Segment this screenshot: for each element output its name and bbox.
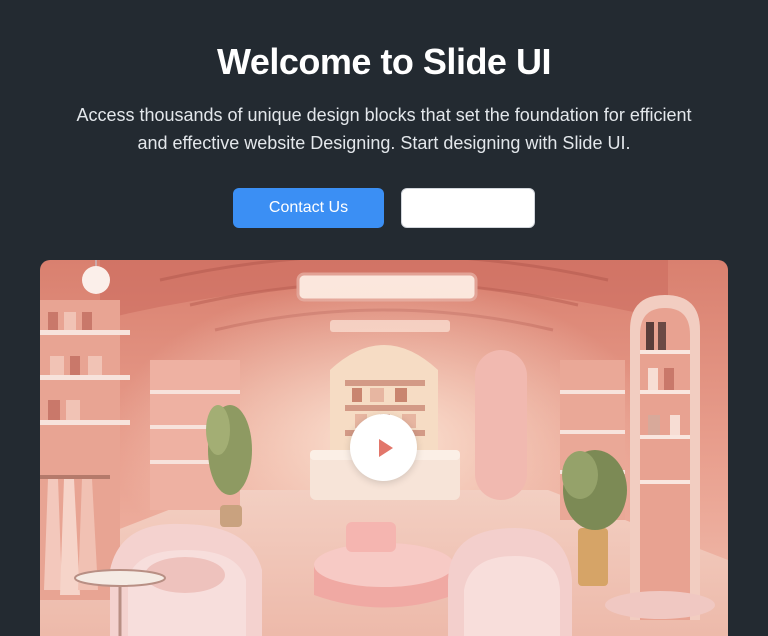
page-title: Welcome to Slide UI: [217, 41, 551, 82]
secondary-button[interactable]: [401, 188, 535, 228]
hero-section: Welcome to Slide UI Access thousands of …: [0, 0, 768, 636]
contact-us-button[interactable]: Contact Us: [233, 188, 384, 228]
hero-subtitle: Access thousands of unique design blocks…: [76, 105, 692, 153]
play-icon: [378, 438, 393, 457]
play-button[interactable]: [350, 414, 417, 481]
video-thumbnail[interactable]: [40, 260, 728, 636]
